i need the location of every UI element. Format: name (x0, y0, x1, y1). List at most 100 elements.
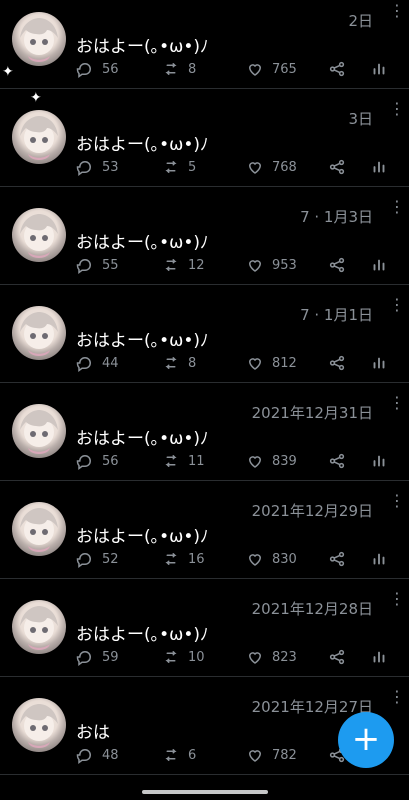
analytics-button[interactable] (370, 450, 388, 472)
timeline-feed[interactable]: 2日 ⋮ おはよー(｡•ω•)ﾉ 56 8 765 ✦ 3日 ⋮ おはよー(｡•… (0, 0, 409, 800)
share-button[interactable] (328, 254, 346, 276)
avatar[interactable] (12, 208, 66, 262)
reply-button[interactable]: 56 (76, 450, 119, 472)
tweet-item[interactable]: 2021年12月29日 ⋮ おはよー(｡•ω•)ﾉ 52 16 830 (0, 490, 409, 579)
tweet-item[interactable]: 7 · 1月1日 ⋮ おはよー(｡•ω•)ﾉ 44 8 812 (0, 294, 409, 383)
more-options-icon[interactable]: ⋮ (389, 591, 405, 616)
reply-button[interactable]: 52 (76, 548, 119, 570)
share-icon (329, 649, 345, 665)
tweet-date[interactable]: 7 · 1月3日 (300, 206, 373, 226)
retweet-count: 8 (188, 61, 197, 77)
like-button[interactable]: 823 (246, 646, 297, 668)
like-button[interactable]: 830 (246, 548, 297, 570)
retweet-button[interactable]: 10 (162, 646, 205, 668)
tweet-text: おはよー(｡•ω•)ﾉ (76, 331, 209, 351)
reply-icon (76, 552, 92, 568)
like-button[interactable]: 768 (246, 156, 297, 178)
retweet-button[interactable]: 5 (162, 156, 196, 178)
analytics-button[interactable] (370, 352, 388, 374)
avatar[interactable] (12, 306, 66, 360)
share-button[interactable] (328, 156, 346, 178)
tweet-item[interactable]: 2021年12月28日 ⋮ おはよー(｡•ω•)ﾉ 59 10 823 (0, 588, 409, 677)
avatar[interactable] (12, 698, 66, 752)
display-name-redacted[interactable] (76, 504, 226, 515)
display-name-redacted[interactable] (76, 112, 226, 123)
share-button[interactable] (328, 352, 346, 374)
reply-button[interactable]: 53 (76, 156, 119, 178)
share-icon (329, 159, 345, 175)
tweet-text: おはよー(｡•ω•)ﾉ (76, 625, 209, 645)
more-options-icon[interactable]: ⋮ (389, 3, 405, 28)
more-options-icon[interactable]: ⋮ (389, 493, 405, 518)
analytics-button[interactable] (370, 156, 388, 178)
display-name-redacted[interactable] (76, 210, 226, 221)
tweet-date[interactable]: 2021年12月28日 (252, 598, 373, 618)
display-name-redacted[interactable] (76, 602, 226, 613)
retweet-button[interactable]: 8 (162, 58, 196, 80)
tweet-header: 7 · 1月1日 (76, 304, 373, 324)
share-button[interactable] (328, 450, 346, 472)
like-button[interactable]: 812 (246, 352, 297, 374)
share-button[interactable] (328, 58, 346, 80)
reply-count: 55 (102, 257, 119, 273)
display-name-redacted[interactable] (76, 308, 226, 319)
reply-button[interactable]: 48 (76, 744, 119, 766)
tweet-date[interactable]: 7 · 1月1日 (300, 304, 373, 324)
like-button[interactable]: 782 (246, 744, 297, 766)
avatar[interactable] (12, 600, 66, 654)
compose-tweet-button[interactable]: + (338, 712, 394, 768)
tweet-actions: 52 16 830 (76, 548, 389, 570)
tweet-date[interactable]: 3日 (348, 108, 373, 128)
tweet-item[interactable]: 7 · 1月3日 ⋮ おはよー(｡•ω•)ﾉ 55 12 953 (0, 196, 409, 285)
share-button[interactable] (328, 548, 346, 570)
avatar[interactable] (12, 502, 66, 556)
retweet-icon (165, 161, 177, 173)
more-options-icon[interactable]: ⋮ (389, 689, 405, 714)
avatar-illustration (20, 606, 58, 650)
avatar[interactable] (12, 110, 66, 164)
tweet-actions: 59 10 823 (76, 646, 389, 668)
tweet-date[interactable]: 2021年12月31日 (252, 402, 373, 422)
share-button[interactable] (328, 646, 346, 668)
reply-button[interactable]: 55 (76, 254, 119, 276)
more-options-icon[interactable]: ⋮ (389, 101, 405, 126)
analytics-button[interactable] (370, 58, 388, 80)
retweet-button[interactable]: 6 (162, 744, 196, 766)
analytics-button[interactable] (370, 548, 388, 570)
display-name-redacted[interactable] (76, 700, 226, 711)
reply-icon (76, 650, 92, 666)
analytics-button[interactable] (370, 254, 388, 276)
tweet-date[interactable]: 2日 (348, 10, 373, 30)
share-icon (329, 453, 345, 469)
like-button[interactable]: 953 (246, 254, 297, 276)
more-options-icon[interactable]: ⋮ (389, 297, 405, 322)
display-name-redacted[interactable] (76, 14, 226, 25)
more-options-icon[interactable]: ⋮ (389, 199, 405, 224)
tweet-item[interactable]: 2021年12月31日 ⋮ おはよー(｡•ω•)ﾉ 56 11 839 (0, 392, 409, 481)
like-button[interactable]: 765 (246, 58, 297, 80)
retweet-button[interactable]: 12 (162, 254, 205, 276)
reply-button[interactable]: 44 (76, 352, 119, 374)
tweet-actions: 56 11 839 (76, 450, 389, 472)
tweet-item[interactable]: 3日 ⋮ おはよー(｡•ω•)ﾉ 53 5 768 ✦ (0, 90, 409, 187)
retweet-button[interactable]: 11 (162, 450, 205, 472)
more-options-icon[interactable]: ⋮ (389, 395, 405, 420)
avatar[interactable] (12, 404, 66, 458)
retweet-button[interactable]: 8 (162, 352, 196, 374)
reply-count: 53 (102, 159, 119, 175)
tweet-header: 7 · 1月3日 (76, 206, 373, 226)
reply-button[interactable]: 56 (76, 58, 119, 80)
like-button[interactable]: 839 (246, 450, 297, 472)
avatar-illustration (20, 116, 58, 160)
analytics-button[interactable] (370, 646, 388, 668)
reply-button[interactable]: 59 (76, 646, 119, 668)
retweet-icon (165, 259, 177, 271)
avatar[interactable] (12, 12, 66, 66)
retweet-icon (165, 357, 177, 369)
avatar-illustration (20, 704, 58, 748)
display-name-redacted[interactable] (76, 406, 226, 417)
tweet-item[interactable]: 2日 ⋮ おはよー(｡•ω•)ﾉ 56 8 765 ✦ (0, 0, 409, 89)
heart-icon (248, 358, 262, 370)
retweet-button[interactable]: 16 (162, 548, 205, 570)
tweet-date[interactable]: 2021年12月29日 (252, 500, 373, 520)
